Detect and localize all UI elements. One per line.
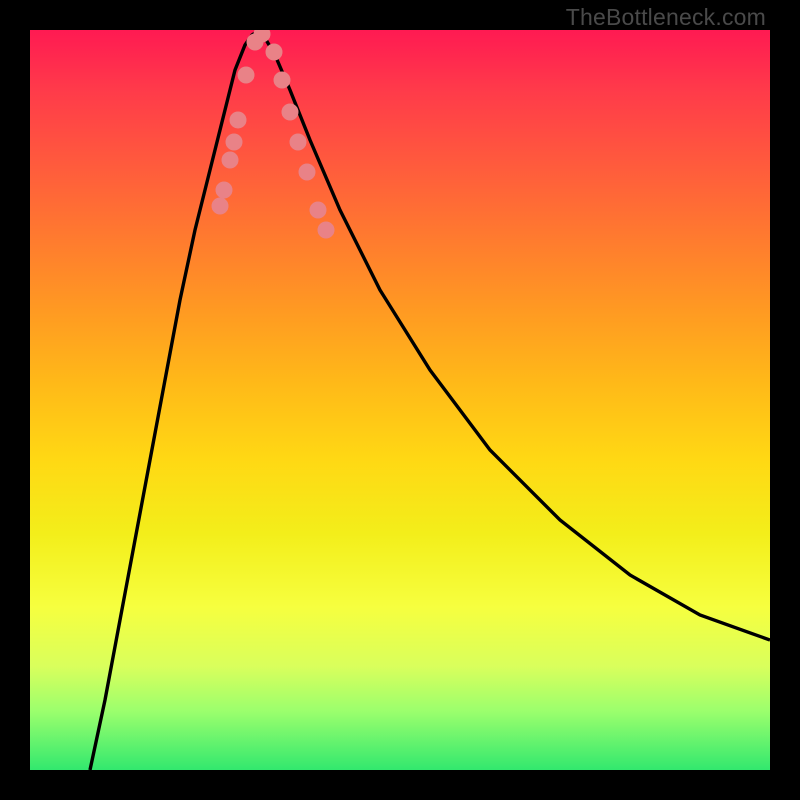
bead [222, 152, 238, 168]
bead [226, 134, 242, 150]
watermark-text: TheBottleneck.com [566, 4, 766, 31]
bead [299, 164, 315, 180]
bead [290, 134, 306, 150]
curve-svg [30, 30, 770, 770]
bead [230, 112, 246, 128]
chart-frame: TheBottleneck.com [0, 0, 800, 800]
bead [216, 182, 232, 198]
bead [282, 104, 298, 120]
curve-left-arm [90, 31, 258, 770]
bead [274, 72, 290, 88]
bead [318, 222, 334, 238]
bead [310, 202, 326, 218]
bead-cluster [212, 30, 334, 238]
curve-right-arm [258, 31, 770, 640]
bead [254, 30, 270, 42]
bead [212, 198, 228, 214]
plot-area [30, 30, 770, 770]
bead [266, 44, 282, 60]
bead [247, 34, 263, 50]
bead [238, 67, 254, 83]
